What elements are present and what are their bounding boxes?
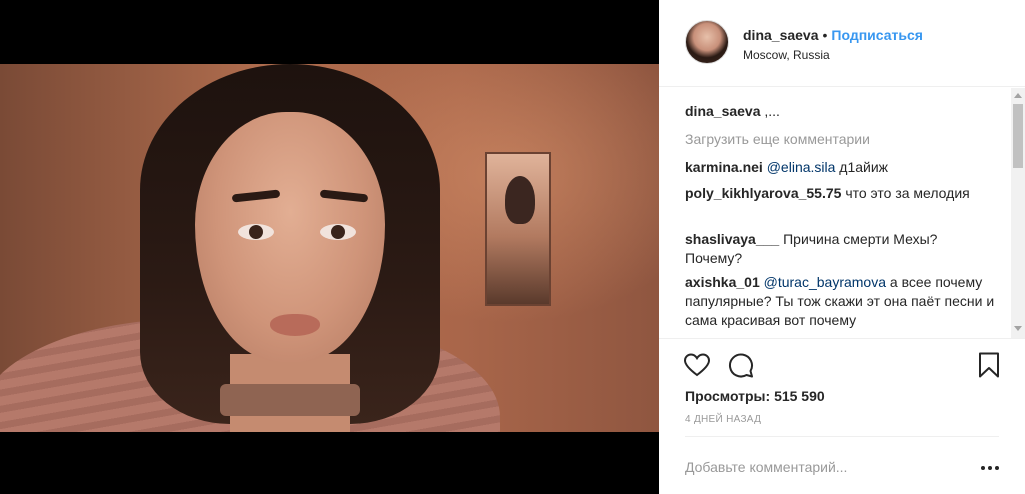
comment-text: что это за мелодия	[845, 185, 970, 201]
views-count: Просмотры: 515 590	[685, 388, 825, 404]
comment-author[interactable]: karmina.nei	[685, 159, 763, 175]
scroll-up-arrow-icon[interactable]	[1014, 93, 1022, 98]
save-button[interactable]	[975, 351, 1003, 379]
load-more-comments-button[interactable]: Загрузить еще комментарии	[685, 131, 870, 147]
location-link[interactable]: Moscow, Russia	[743, 48, 830, 62]
scrollbar-thumb[interactable]	[1013, 104, 1023, 168]
comment-item: axishka_01 @turac_bayramova а всее почем…	[685, 273, 995, 330]
views-number: 515 590	[774, 388, 825, 404]
follow-button[interactable]: Подписаться	[831, 27, 923, 43]
views-label: Просмотры:	[685, 388, 771, 404]
scroll-down-arrow-icon[interactable]	[1014, 326, 1022, 331]
video-frame[interactable]	[0, 64, 659, 432]
comment-text: д1айиж	[839, 159, 889, 175]
add-comment-bar	[685, 436, 999, 494]
bookmark-icon	[979, 352, 999, 378]
post-timestamp[interactable]: 4 ДНЕЙ НАЗАД	[685, 414, 761, 425]
more-options-button[interactable]	[981, 457, 1001, 477]
avatar[interactable]	[685, 20, 729, 64]
comment-icon	[729, 353, 753, 378]
comment-author[interactable]: shaslivaya___	[685, 231, 779, 247]
more-dot	[995, 466, 999, 470]
video-player[interactable]	[0, 0, 659, 494]
separator-dot: •	[822, 27, 828, 43]
caption-text: ,...	[764, 103, 780, 119]
post-sidebar: dina_saeva • Подписаться Moscow, Russia di…	[659, 0, 1025, 494]
comment-item: shaslivaya___ Причина смерти Мехы? Почем…	[685, 230, 995, 268]
comment-button[interactable]	[727, 351, 755, 379]
user-line: dina_saeva • Подписаться	[743, 27, 923, 43]
video-subject-eye-left	[238, 224, 274, 240]
comment-input[interactable]	[685, 458, 955, 476]
comments-list: dina_saeva ,... Загрузить еще комментари…	[659, 88, 1025, 338]
video-subject-eye-right	[320, 224, 356, 240]
video-subject-lips	[270, 314, 320, 336]
username-link[interactable]: dina_saeva	[743, 27, 819, 43]
comment-item: karmina.nei @elina.sila д1айиж	[685, 158, 995, 177]
more-dot	[988, 466, 992, 470]
caption-author[interactable]: dina_saeva	[685, 103, 761, 119]
comment-author[interactable]: poly_kikhlyarova_55.75	[685, 185, 841, 201]
post-header: dina_saeva • Подписаться Moscow, Russia	[659, 0, 1025, 87]
comment-author[interactable]: axishka_01	[685, 274, 760, 290]
wall-picture	[485, 152, 551, 306]
heart-icon	[683, 353, 711, 377]
caption: dina_saeva ,...	[685, 102, 995, 121]
post-actions	[659, 338, 1025, 388]
like-button[interactable]	[683, 351, 711, 379]
comment-mention[interactable]: @turac_bayramova	[764, 274, 886, 290]
comment-mention[interactable]: @elina.sila	[767, 159, 836, 175]
comments-scrollbar[interactable]	[1011, 88, 1025, 338]
comment-item: poly_kikhlyarova_55.75 что это за мелоди…	[685, 184, 995, 203]
more-dot	[981, 466, 985, 470]
video-subject-collar	[220, 384, 360, 416]
